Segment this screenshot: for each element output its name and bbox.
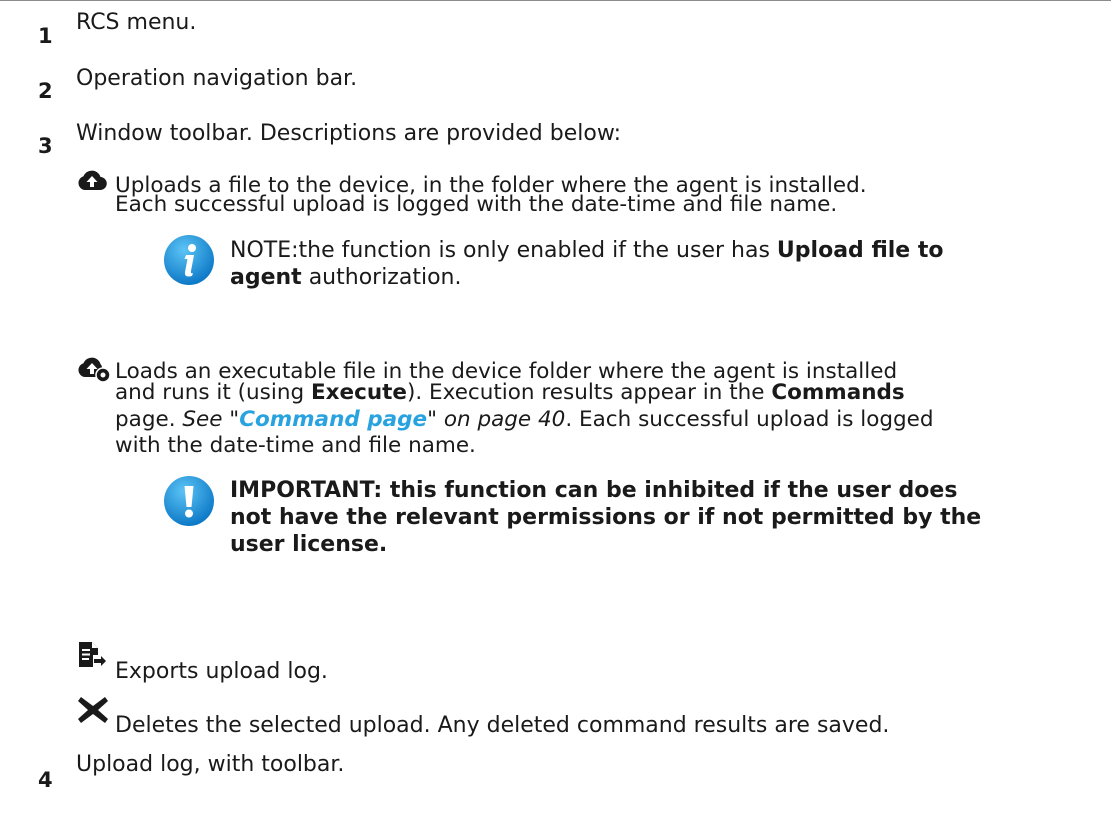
note-bold2: agent (230, 265, 302, 290)
note-prefix: NOTE:the function is only enabled if the… (230, 238, 777, 263)
note-suffix: authorization. (301, 265, 462, 290)
exec-desc-line2: and runs it (using Execute). Execution r… (115, 381, 905, 404)
exec-line3-a: page. (115, 407, 183, 432)
info-note-line1: NOTE:the function is only enabled if the… (230, 237, 944, 264)
page-ref: " on page 40 (427, 407, 566, 432)
item-number-2: 2 (38, 79, 53, 103)
item-number-1: 1 (38, 24, 53, 48)
item-number-3: 3 (38, 134, 53, 158)
exclamation-icon (162, 474, 216, 528)
cloud-upload-gear-icon (77, 355, 111, 383)
commands-label: Commands (771, 380, 905, 405)
exec-desc-line4: with the date-time and file name. (115, 433, 476, 458)
exec-line2-a: and runs it (using (115, 380, 311, 405)
item-text-1: RCS menu. (76, 10, 197, 35)
exec-line3-b: . Each successful upload is logged (565, 407, 934, 432)
item-text-2: Operation navigation bar. (76, 66, 358, 91)
item-number-4: 4 (38, 768, 53, 792)
top-rule (0, 0, 1111, 1)
info-icon (162, 233, 216, 287)
command-page-link[interactable]: Command page (239, 407, 427, 432)
exec-desc-line3: page. See "Command page" on page 40. Eac… (115, 407, 934, 433)
delete-x-icon (77, 695, 109, 725)
important-line1: IMPORTANT: this function can be inhibite… (230, 478, 958, 503)
info-note-line2: agent authorization. (230, 264, 461, 291)
important-line3: user license. (230, 532, 388, 557)
note-bold1: Upload file to (776, 238, 944, 263)
export-log-icon (77, 641, 107, 671)
execute-label: Execute (310, 380, 407, 405)
exec-line2-c: ). Execution results appear in the (407, 380, 772, 405)
item-text-4: Upload log, with toolbar. (76, 752, 345, 777)
see-prefix: See " (182, 407, 240, 432)
cloud-upload-icon (77, 168, 107, 192)
upload-desc-line2: Each successful upload is logged with th… (115, 192, 838, 217)
item-text-3: Window toolbar. Descriptions are provide… (76, 121, 622, 146)
important-line2: not have the relevant permissions or if … (230, 505, 982, 530)
delete-desc: Deletes the selected upload. Any deleted… (115, 713, 890, 738)
export-desc: Exports upload log. (115, 659, 328, 684)
